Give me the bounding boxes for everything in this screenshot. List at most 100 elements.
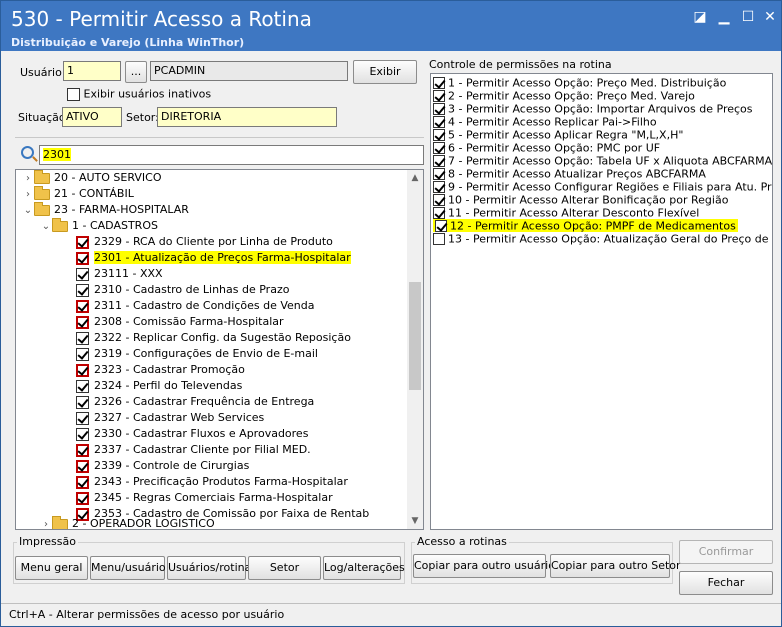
permission-checkbox[interactable] (433, 116, 445, 128)
tree-item[interactable]: 2326 - Cadastrar Frequência de Entrega (76, 394, 314, 410)
tree-item-checkbox[interactable] (76, 411, 89, 425)
permission-item[interactable]: 6 - Permitir Acesso Opção: PMC por UF (433, 141, 660, 155)
tree-item[interactable]: 2337 - Cadastrar Cliente por Filial MED. (76, 442, 311, 458)
permission-item[interactable]: 10 - Permitir Acesso Alterar Bonificação… (433, 193, 728, 207)
minimize-icon[interactable]: ▁ (715, 9, 733, 25)
tree-folder[interactable]: ⌄ 1 - CADASTROS (40, 217, 158, 235)
tree-item-checkbox[interactable] (76, 267, 89, 281)
search-input[interactable]: 2301 (39, 145, 424, 165)
menu-usuario-button[interactable]: Menu/usuário (90, 556, 166, 580)
permission-item[interactable]: 4 - Permitir Acesso Replicar Pai->Filho (433, 115, 657, 129)
usuario-code-input[interactable]: 1 (63, 61, 121, 81)
restore-icon[interactable]: ◪ (691, 9, 709, 25)
tree-item[interactable]: 2301 - Atualização de Preços Farma-Hospi… (76, 250, 351, 266)
confirmar-button[interactable]: Confirmar (679, 540, 773, 564)
permission-checkbox[interactable] (433, 194, 445, 206)
tree-item-checkbox[interactable] (76, 443, 89, 457)
tree-item-checkbox[interactable] (76, 331, 89, 345)
tree-item[interactable]: 2343 - Precificação Produtos Farma-Hospi… (76, 474, 348, 490)
permission-item[interactable]: 3 - Permitir Acesso Opção: Importar Arqu… (433, 102, 753, 116)
tree-item-checkbox[interactable] (76, 395, 89, 409)
permission-item[interactable]: 13 - Permitir Acesso Opção: Atualização … (433, 232, 772, 246)
tree-folder[interactable]: › 21 - CONTÁBIL (22, 185, 134, 203)
tree-item[interactable]: 2323 - Cadastrar Promoção (76, 362, 245, 378)
inativos-row[interactable]: Exibir usuários inativos (67, 87, 211, 101)
chevron-right-icon[interactable]: › (22, 171, 34, 187)
permission-item[interactable]: 1 - Permitir Acesso Opção: Preço Med. Di… (433, 76, 726, 90)
tree-item-checkbox[interactable] (76, 347, 89, 361)
tree-item-checkbox[interactable] (76, 251, 89, 265)
permission-checkbox[interactable] (433, 181, 445, 193)
permission-checkbox[interactable] (433, 103, 445, 115)
tree-item-checkbox[interactable] (76, 235, 89, 249)
tree-folder[interactable]: ⌄ 23 - FARMA-HOSPITALAR (22, 201, 189, 219)
copiar-setor-button[interactable]: Copiar para outro Setor (550, 554, 681, 578)
permission-checkbox[interactable] (433, 168, 445, 180)
chevron-right-icon[interactable]: › (40, 517, 52, 529)
inativos-checkbox[interactable] (67, 87, 80, 101)
permission-checkbox[interactable] (433, 90, 445, 102)
permission-item[interactable]: 2 - Permitir Acesso Opção: Preço Med. Va… (433, 89, 695, 103)
permission-checkbox[interactable] (433, 142, 445, 154)
tree-item-checkbox[interactable] (76, 427, 89, 441)
permission-checkbox[interactable] (433, 207, 445, 219)
tree-item-checkbox[interactable] (76, 315, 89, 329)
permission-checkbox[interactable] (433, 129, 445, 141)
chevron-right-icon[interactable]: › (22, 187, 34, 203)
tree-item-checkbox[interactable] (76, 299, 89, 313)
lookup-button[interactable]: ... (125, 61, 147, 83)
tree-scrollbar[interactable]: ▲ ▼ (407, 170, 423, 529)
tree-item[interactable]: 2322 - Replicar Config. da Sugestão Repo… (76, 330, 351, 346)
permission-item[interactable]: 5 - Permitir Acesso Aplicar Regra "M,L,X… (433, 128, 683, 142)
scroll-up-icon[interactable]: ▲ (407, 170, 423, 186)
maximize-icon[interactable]: ☐ (739, 9, 757, 25)
tree-item[interactable]: 2310 - Cadastro de Linhas de Prazo (76, 282, 289, 298)
permission-item[interactable]: 12 - Permitir Acesso Opção: PMPF de Medi… (433, 219, 738, 233)
tree-folder-partial[interactable]: › 2 - OPERADOR LOGISTICO (40, 515, 215, 529)
tree-item[interactable]: 2330 - Cadastrar Fluxos e Aprovadores (76, 426, 308, 442)
tree-item-checkbox[interactable] (76, 283, 89, 297)
inativos-label: Exibir usuários inativos (83, 87, 212, 101)
copiar-usuario-button[interactable]: Copiar para outro usuário (413, 554, 555, 578)
scroll-down-icon[interactable]: ▼ (407, 513, 423, 529)
chevron-down-icon[interactable]: ⌄ (40, 219, 52, 235)
fechar-button[interactable]: Fechar (679, 571, 773, 595)
exibir-button[interactable]: Exibir (353, 60, 417, 84)
tree-item[interactable]: 23111 - XXX (76, 266, 163, 282)
tree-item-label: 2343 - Precificação Produtos Farma-Hospi… (94, 475, 348, 488)
tree-item-checkbox[interactable] (76, 491, 89, 505)
tree-item-label: 2345 - Regras Comerciais Farma-Hospitala… (94, 491, 333, 504)
tree-item-checkbox[interactable] (76, 379, 89, 393)
setor-button[interactable]: Setor (248, 556, 321, 580)
usuarios-rotina-button[interactable]: Usuários/rotina (167, 556, 251, 580)
permission-checkbox[interactable] (435, 220, 447, 232)
tree-item[interactable]: 2345 - Regras Comerciais Farma-Hospitala… (76, 490, 333, 506)
tree-item[interactable]: 2324 - Perfil do Televendas (76, 378, 242, 394)
permission-checkbox[interactable] (433, 77, 445, 89)
window-subtitle: Distribuição e Varejo (Linha WinThor) (11, 36, 245, 49)
tree-item[interactable]: 2339 - Controle de Cirurgias (76, 458, 249, 474)
close-icon[interactable]: ✕ (761, 9, 779, 25)
scroll-thumb[interactable] (409, 282, 421, 390)
permission-item[interactable]: 8 - Permitir Acesso Atualizar Preços ABC… (433, 167, 706, 181)
permission-label: 4 - Permitir Acesso Replicar Pai->Filho (448, 115, 657, 129)
status-bar: Ctrl+A - Alterar permissões de acesso po… (1, 603, 781, 626)
permissions-title: Controle de permissões na rotina (429, 58, 612, 71)
permission-checkbox[interactable] (433, 233, 445, 245)
chevron-down-icon[interactable]: ⌄ (22, 203, 34, 219)
tree-item[interactable]: 2308 - Comissão Farma-Hospitalar (76, 314, 284, 330)
tree-item-checkbox[interactable] (76, 363, 89, 377)
tree-item-checkbox[interactable] (76, 459, 89, 473)
tree-item-checkbox[interactable] (76, 475, 89, 489)
tree-item[interactable]: 2319 - Configurações de Envio de E-mail (76, 346, 318, 362)
log-alteracoes-button[interactable]: Log/alterações (323, 556, 405, 580)
permission-item[interactable]: 7 - Permitir Acesso Opção: Tabela UF x A… (433, 154, 772, 168)
tree-item[interactable]: 2327 - Cadastrar Web Services (76, 410, 264, 426)
tree-folder[interactable]: › 20 - AUTO SERVICO (22, 170, 162, 186)
permission-item[interactable]: 11 - Permitir Acesso Alterar Desconto Fl… (433, 206, 699, 220)
menu-geral-button[interactable]: Menu geral (15, 556, 88, 580)
permission-checkbox[interactable] (433, 155, 445, 167)
tree-item[interactable]: 2311 - Cadastro de Condições de Venda (76, 298, 314, 314)
tree-item[interactable]: 2329 - RCA do Cliente por Linha de Produ… (76, 234, 333, 250)
permission-item[interactable]: 9 - Permitir Acesso Configurar Regiões e… (433, 180, 772, 194)
